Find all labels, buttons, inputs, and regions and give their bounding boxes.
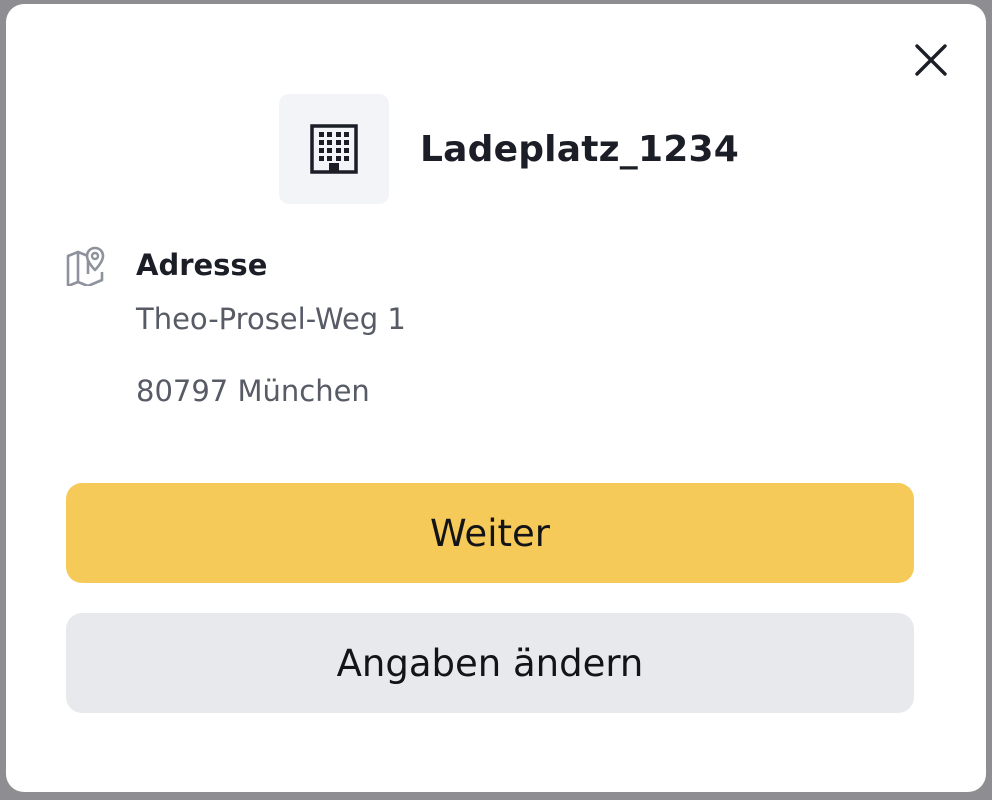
- dialog-title: Ladeplatz_1234: [420, 128, 739, 170]
- close-icon: [915, 44, 947, 76]
- address-street: Theo-Prosel-Weg 1: [136, 302, 406, 336]
- close-button[interactable]: [910, 39, 952, 81]
- address-city: 80797 München: [136, 374, 370, 408]
- building-icon: [310, 124, 358, 174]
- map-pin-icon: [66, 246, 105, 286]
- location-dialog: Ladeplatz_1234 Adresse Theo-Prosel-Weg 1…: [6, 4, 986, 792]
- building-icon-tile: [279, 94, 389, 204]
- address-heading: Adresse: [136, 248, 268, 282]
- dialog-header: Ladeplatz_1234: [279, 94, 739, 204]
- edit-details-button[interactable]: Angaben ändern: [66, 613, 914, 713]
- continue-button[interactable]: Weiter: [66, 483, 914, 583]
